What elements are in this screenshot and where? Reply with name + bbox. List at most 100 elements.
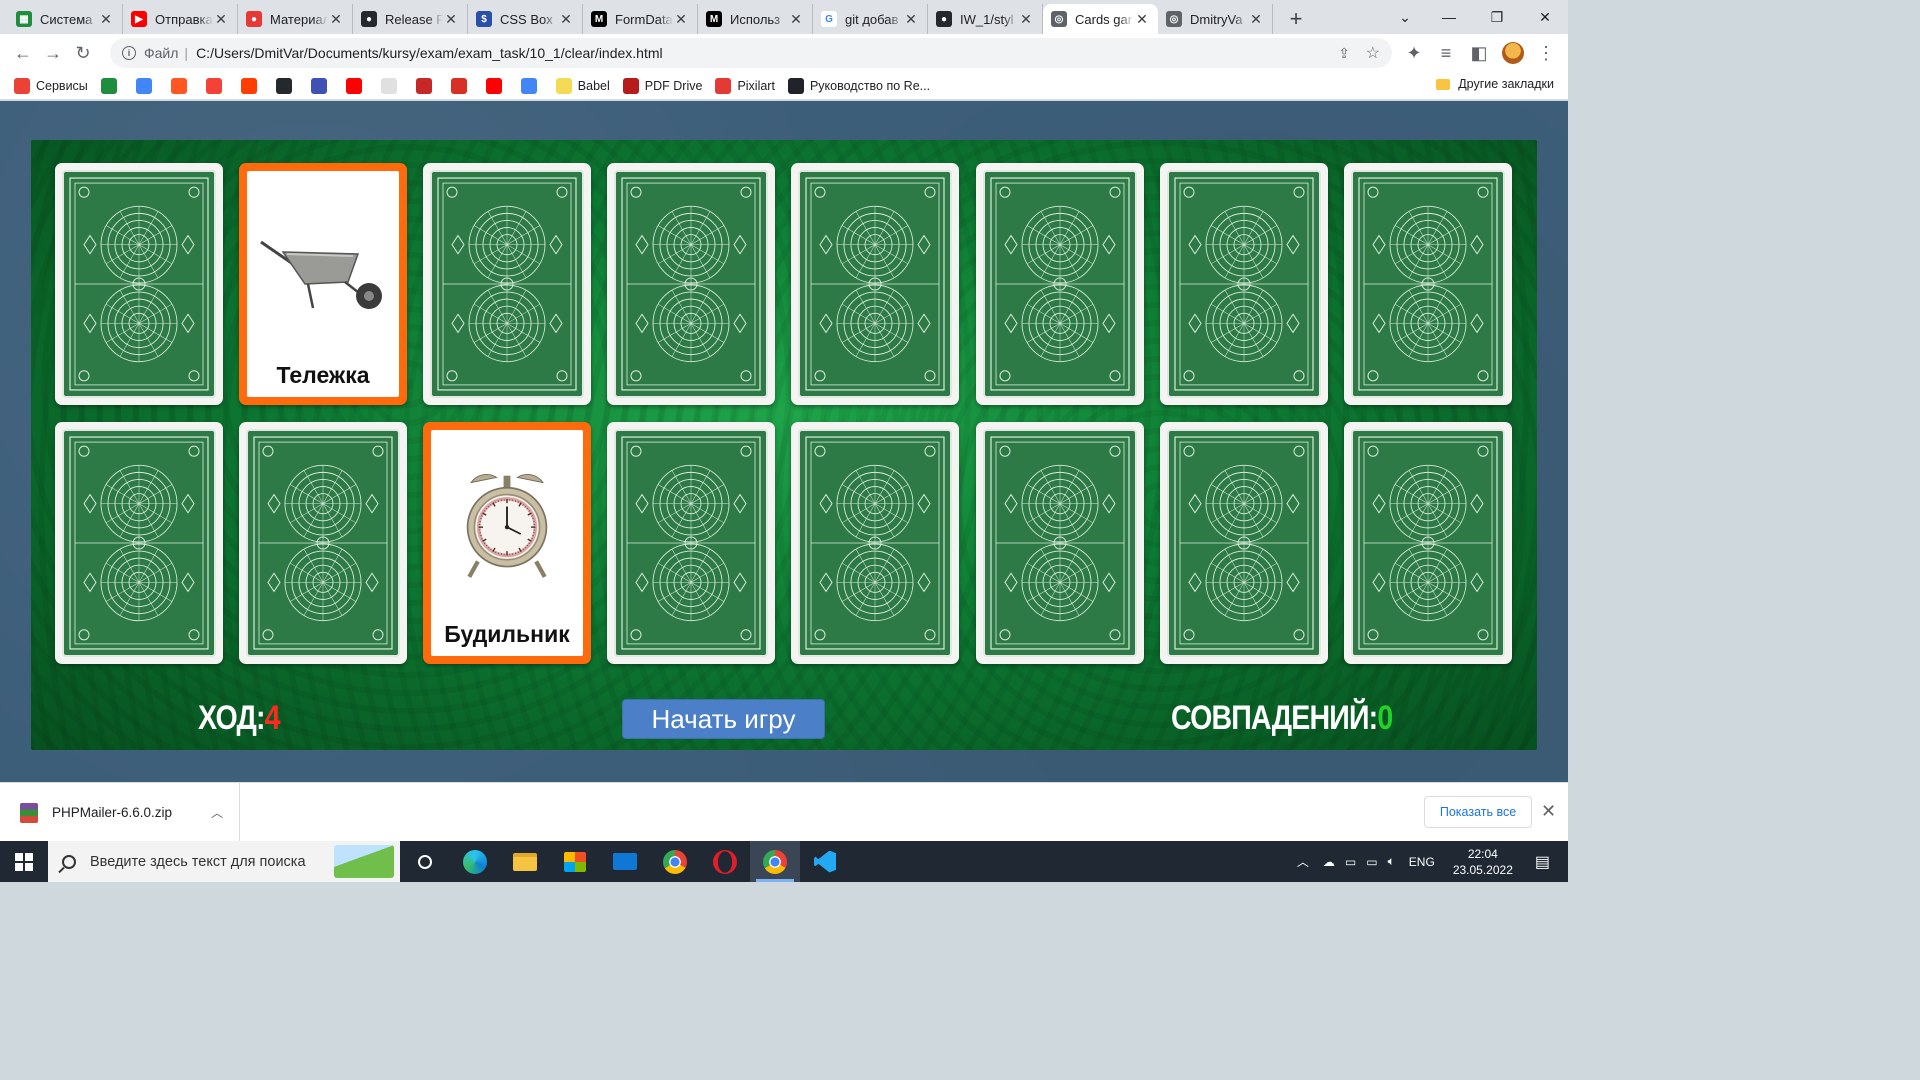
windows-start-button[interactable] (0, 841, 48, 882)
chevron-up-icon[interactable]: ︿ (1297, 853, 1309, 870)
tab-0[interactable]: ▦ Система ✕ (8, 4, 123, 34)
other-bookmarks[interactable]: Другие закладки (1436, 77, 1554, 91)
card-open[interactable]: Будильник (423, 422, 591, 664)
minimize-icon[interactable]: — (1426, 0, 1472, 34)
chevron-up-icon[interactable]: ︿ (211, 804, 223, 821)
taskbar-search-input[interactable]: Введите здесь текст для поиска (48, 841, 400, 882)
card-face-down[interactable] (791, 422, 959, 664)
opera-icon[interactable] (700, 841, 750, 882)
card-face-down[interactable] (55, 422, 223, 664)
card-face-down[interactable] (1160, 422, 1328, 664)
bookmark-item[interactable]: Pixilart (715, 77, 775, 94)
tab-3[interactable]: ● Release P ✕ (353, 4, 468, 34)
tab-10[interactable]: ◎ DmitryVa ✕ (1158, 4, 1273, 34)
clock[interactable]: 22:04 23.05.2022 (1453, 846, 1513, 878)
tab-close-icon[interactable]: ✕ (1134, 11, 1150, 28)
side-panel-icon[interactable]: ◧ (1464, 38, 1494, 68)
notifications-icon[interactable]: ▤ (1535, 852, 1550, 872)
new-tab-icon[interactable]: + (1281, 4, 1311, 34)
bookmark-item[interactable] (275, 77, 298, 94)
card-face-down[interactable] (1160, 163, 1328, 405)
bookmark-item[interactable] (485, 77, 508, 94)
tab-2[interactable]: ● Материал ✕ (238, 4, 353, 34)
tab-close-icon[interactable]: ✕ (673, 11, 689, 28)
tab-close-icon[interactable]: ✕ (903, 11, 919, 28)
mail-icon[interactable] (600, 841, 650, 882)
archive-icon (20, 802, 38, 823)
address-bar[interactable]: i Файл | C:/Users/DmitVar/Documents/kurs… (110, 38, 1392, 68)
bookmark-item[interactable] (310, 77, 333, 94)
back-icon[interactable]: ← (8, 38, 38, 68)
bookmark-item[interactable]: PDF Drive (622, 77, 702, 94)
card-face-down[interactable] (1344, 422, 1512, 664)
cloud-icon[interactable]: ☁ (1323, 855, 1335, 869)
card-face-down[interactable] (791, 163, 959, 405)
close-window-icon[interactable]: ✕ (1522, 0, 1568, 34)
tab-close-icon[interactable]: ✕ (1248, 11, 1264, 28)
tab-7[interactable]: Ggit добав ✕ (813, 4, 928, 34)
chrome-icon[interactable] (650, 841, 700, 882)
avatar[interactable] (1502, 42, 1524, 64)
tab-1[interactable]: ▶ Отправка ✕ (123, 4, 238, 34)
tab-close-icon[interactable]: ✕ (443, 11, 459, 28)
share-icon[interactable]: ⇪ (1338, 45, 1350, 62)
tab-close-icon[interactable]: ✕ (328, 11, 344, 28)
chrome-active-icon[interactable] (750, 841, 800, 882)
tab-close-icon[interactable]: ✕ (1018, 11, 1034, 28)
file-explorer-icon[interactable] (500, 841, 550, 882)
bookmark-item[interactable]: Babel (555, 77, 610, 94)
tab-5[interactable]: M FormData ✕ (583, 4, 698, 34)
menu-icon[interactable]: ⋮ (1531, 38, 1561, 68)
bookmark-star-icon[interactable]: ☆ (1366, 43, 1380, 63)
extensions-icon[interactable]: ✦ (1399, 38, 1429, 68)
task-view-icon[interactable] (400, 841, 450, 882)
bookmark-item[interactable]: Сервисы (14, 77, 88, 94)
bookmark-item[interactable] (520, 77, 543, 94)
tab-8[interactable]: ● IW_1/styl ✕ (928, 4, 1043, 34)
bookmark-item[interactable] (135, 77, 158, 94)
reload-icon[interactable]: ↻ (68, 38, 98, 68)
tab-close-icon[interactable]: ✕ (213, 11, 229, 28)
bookmark-item[interactable] (205, 77, 228, 94)
bookmark-item[interactable] (380, 77, 403, 94)
store-icon[interactable] (550, 841, 600, 882)
url-text[interactable]: C:/Users/DmitVar/Documents/kursy/exam/ex… (196, 45, 663, 61)
volume-icon[interactable]: 🔈︎ (1388, 854, 1395, 869)
tab-search-icon[interactable]: ⌄ (1382, 0, 1428, 34)
reading-list-icon[interactable]: ≡ (1431, 38, 1461, 68)
bookmark-item[interactable] (415, 77, 438, 94)
download-item[interactable]: PHPMailer-6.6.0.zip ︿ (14, 783, 240, 842)
card-face-down[interactable] (423, 163, 591, 405)
start-game-button[interactable]: Начать игру (622, 699, 825, 739)
show-all-button[interactable]: Показать все (1424, 796, 1532, 828)
forward-icon[interactable]: → (38, 38, 68, 68)
tab-close-icon[interactable]: ✕ (558, 11, 574, 28)
vscode-icon[interactable] (800, 841, 850, 882)
card-face-down[interactable] (976, 422, 1144, 664)
info-icon[interactable]: i (122, 46, 136, 60)
network-icon[interactable]: ▭ (1366, 855, 1377, 869)
card-face-down[interactable] (239, 422, 407, 664)
tab-9[interactable]: ◎ Cards gar ✕ (1043, 4, 1158, 34)
tab-6[interactable]: M Использ ✕ (698, 4, 813, 34)
tab-close-icon[interactable]: ✕ (98, 11, 114, 28)
card-face-down[interactable] (607, 163, 775, 405)
bookmark-item[interactable]: Руководство по Re... (787, 77, 930, 94)
language-indicator[interactable]: ENG (1409, 855, 1435, 869)
card-face-down[interactable] (976, 163, 1144, 405)
tab-4[interactable]: $ CSS Box S✕ (468, 4, 583, 34)
tab-close-icon[interactable]: ✕ (788, 11, 804, 28)
bookmark-item[interactable] (170, 77, 193, 94)
bookmark-item[interactable] (345, 77, 368, 94)
card-open[interactable]: Тележка (239, 163, 407, 405)
edge-icon[interactable] (450, 841, 500, 882)
bookmark-item[interactable] (240, 77, 263, 94)
close-icon[interactable]: ✕ (1541, 801, 1556, 822)
bookmark-item[interactable] (450, 77, 473, 94)
battery-icon[interactable]: ▭ (1345, 855, 1356, 869)
restore-icon[interactable]: ❐ (1474, 0, 1520, 34)
bookmark-item[interactable] (100, 77, 123, 94)
card-face-down[interactable] (1344, 163, 1512, 405)
card-face-down[interactable] (607, 422, 775, 664)
card-face-down[interactable] (55, 163, 223, 405)
